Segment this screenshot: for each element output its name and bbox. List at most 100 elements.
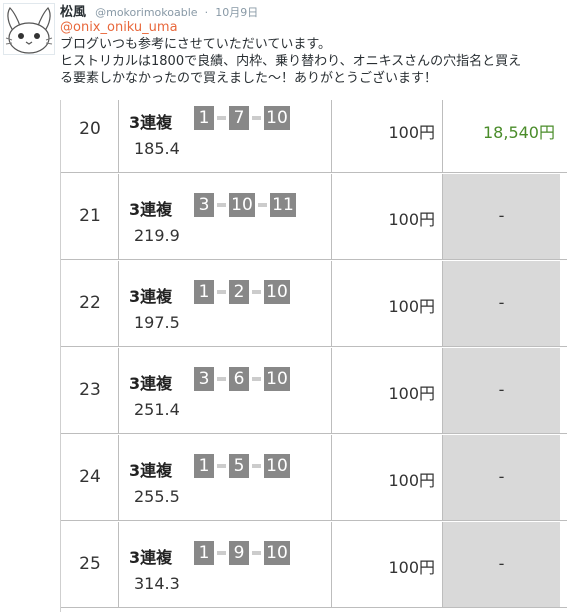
bet-type: 3連複	[129, 374, 173, 393]
horse-number-box: 10	[229, 193, 255, 217]
table-row: 22 3連複 1 2 10 197.5 100円 -	[61, 261, 567, 347]
table-row: 20 3連複 17 10 185.4 100円 18,540円的中	[61, 100, 567, 173]
timestamp[interactable]: 10月9日	[215, 6, 258, 19]
tweet-text-line: ブログいつも参考にさせていただいています。	[60, 37, 332, 52]
horse-number-box: 7	[229, 106, 249, 130]
bet-type: 3連複	[129, 461, 173, 480]
horse-number-box: 1	[194, 541, 214, 565]
payout: -	[498, 293, 505, 312]
horse-number-box: 2	[229, 280, 249, 304]
horse-number-box: 10	[264, 541, 290, 565]
odds: 314.3	[134, 574, 180, 593]
avatar[interactable]	[3, 3, 55, 55]
race-number: 22	[79, 293, 101, 313]
payout: -	[498, 206, 505, 225]
race-number-cell: 25	[61, 522, 119, 607]
race-number-cell: 22	[61, 261, 119, 346]
bet-type: 3連複	[129, 113, 173, 132]
race-number-cell: 20	[61, 100, 119, 172]
amount-cell: 100円	[332, 522, 443, 607]
horse-number-box: 10	[264, 454, 290, 478]
bet-amount: 100円	[388, 558, 435, 577]
payout-cell: 18,540円的中	[443, 100, 560, 172]
bet-cell: 3連複 1 5 10 255.5	[119, 435, 332, 520]
horse-separator	[258, 203, 267, 207]
bet-cell: 3連複 1 9 10 314.3	[119, 522, 332, 607]
odds: 255.5	[134, 487, 180, 506]
rabbit-avatar-icon	[5, 7, 53, 54]
horse-separator	[252, 116, 261, 120]
odds: 251.4	[134, 400, 180, 419]
horse-separator	[217, 551, 226, 555]
bet-cell: 3連複 1 7 10 185.4	[119, 100, 332, 172]
payout: -	[498, 380, 505, 399]
payout: -	[498, 554, 505, 573]
race-number-cell: 21	[61, 174, 119, 259]
amount-cell: 100円	[332, 348, 443, 433]
table-row: 24 3連複 1 5 10 255.5 100円 -	[61, 435, 567, 521]
odds: 185.4	[134, 139, 180, 158]
bet-amount: 100円	[388, 384, 435, 403]
bet-type: 3連複	[129, 200, 173, 219]
amount-cell: 100円	[332, 174, 443, 259]
horse-separator	[217, 464, 226, 468]
tweet-header: 松風 @mokorimokoable · 10月9日	[60, 1, 258, 20]
bet-type: 3連複	[129, 548, 173, 567]
payout-cell: -	[443, 174, 560, 259]
odds: 197.5	[134, 313, 180, 332]
table-row: 25 3連複 1 9 10 314.3 100円 -	[61, 522, 567, 608]
race-number: 20	[79, 119, 101, 139]
payout-cell: -	[443, 261, 560, 346]
bet-amount: 100円	[388, 297, 435, 316]
display-name[interactable]: 松風	[60, 5, 86, 20]
screen-name[interactable]: @mokorimokoable	[95, 6, 197, 19]
amount-cell: 100円	[332, 100, 443, 172]
horse-separator	[252, 290, 261, 294]
payout-cell: -	[443, 522, 560, 607]
bet-cell: 3連複 1 2 10 197.5	[119, 261, 332, 346]
horse-number-box: 5	[229, 454, 249, 478]
tweet-text: @onix_oniku_uma ブログいつも参考にさせていただいています。 ヒス…	[60, 19, 565, 87]
horse-number-box: 10	[264, 106, 290, 130]
payout: -	[498, 467, 505, 486]
horse-separator	[217, 116, 226, 120]
horse-number-box: 10	[264, 280, 290, 304]
header-separator: ·	[204, 6, 209, 19]
attached-photo[interactable]: 203連複1710185.4100円18,540円的中213連複31011219…	[60, 100, 567, 612]
horse-number-box: 10	[264, 367, 290, 391]
horse-number-box: 1	[194, 454, 214, 478]
race-number-cell: 23	[61, 348, 119, 433]
race-number: 24	[79, 467, 101, 487]
horse-separator	[252, 551, 261, 555]
horse-separator	[252, 377, 261, 381]
bet-cell: 3連複 3 6 10 251.4	[119, 348, 332, 433]
horse-number-box: 6	[229, 367, 249, 391]
horse-number-box: 11	[270, 193, 296, 217]
horse-separator	[217, 377, 226, 381]
bet-amount: 100円	[388, 210, 435, 229]
horse-number-box: 9	[229, 541, 249, 565]
horse-separator	[252, 464, 261, 468]
tweet-text-line: ヒストリカルは1800で良績、内枠、乗り替わり、オニキスさんの穴指名と買え	[60, 54, 522, 69]
race-number-cell: 24	[61, 435, 119, 520]
tweet-text-line: る要素しかなかったので買えました〜！ありがとうございます！	[60, 71, 438, 86]
horse-separator	[217, 203, 226, 207]
bet-cell: 3連複 3 10 11 219.9	[119, 174, 332, 259]
horse-number-box: 3	[194, 193, 214, 217]
race-number: 21	[79, 206, 101, 226]
horse-number-box: 1	[194, 280, 214, 304]
bet-type: 3連複	[129, 287, 173, 306]
mention-link[interactable]: @onix_oniku_uma	[60, 19, 565, 36]
horse-separator	[217, 290, 226, 294]
amount-cell: 100円	[332, 435, 443, 520]
horse-number-box: 1	[194, 106, 214, 130]
amount-cell: 100円	[332, 261, 443, 346]
payout-cell: -	[443, 348, 560, 433]
payout-cell: -	[443, 435, 560, 520]
bet-amount: 100円	[388, 471, 435, 490]
bet-amount: 100円	[388, 123, 435, 142]
race-number: 23	[79, 380, 101, 400]
table-row: 21 3連複 3 10 11 219.9 100円 -	[61, 174, 567, 260]
race-number: 25	[79, 554, 101, 574]
horse-number-box: 3	[194, 367, 214, 391]
